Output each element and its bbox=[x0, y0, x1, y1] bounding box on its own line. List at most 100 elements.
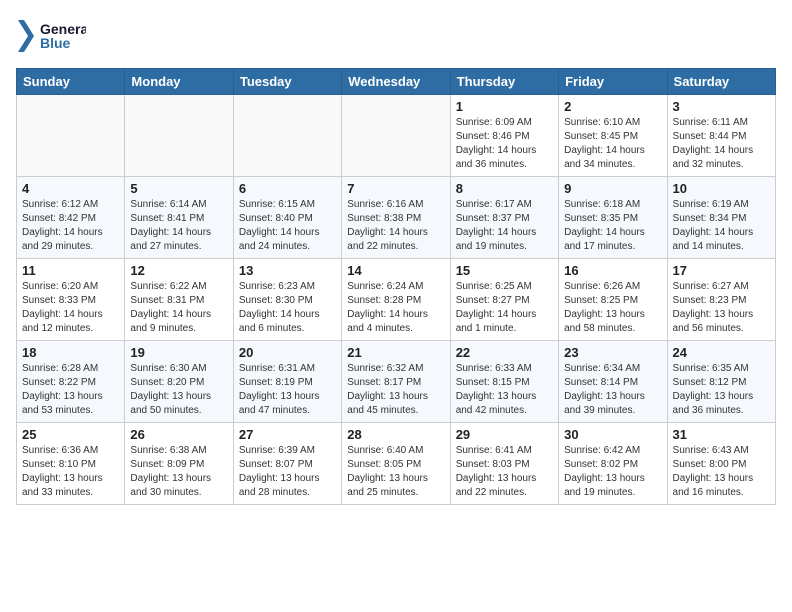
day-number: 12 bbox=[130, 263, 227, 278]
day-info: Sunrise: 6:33 AM Sunset: 8:15 PM Dayligh… bbox=[456, 362, 553, 418]
calendar-cell: 23 Sunrise: 6:34 AM Sunset: 8:14 PM Dayli… bbox=[559, 341, 667, 423]
calendar-cell: 18Sunrise: 6:28 AM Sunset: 8:22 PM Dayli… bbox=[17, 341, 125, 423]
calendar-cell: 11Sunrise: 6:20 AM Sunset: 8:33 PM Dayli… bbox=[17, 259, 125, 341]
weekday-header-tuesday: Tuesday bbox=[233, 69, 341, 95]
day-info: Sunrise: 6:42 AM Sunset: 8:02 PM Dayligh… bbox=[564, 444, 661, 500]
calendar-cell bbox=[125, 95, 233, 177]
day-number: 28 bbox=[347, 427, 444, 442]
day-info: Sunrise: 6:22 AM Sunset: 8:31 PM Dayligh… bbox=[130, 280, 227, 336]
calendar-cell: 30Sunrise: 6:42 AM Sunset: 8:02 PM Dayli… bbox=[559, 423, 667, 505]
day-info: Sunrise: 6:36 AM Sunset: 8:10 PM Dayligh… bbox=[22, 444, 119, 500]
calendar-cell: 3 Sunrise: 6:11 AM Sunset: 8:44 PM Daylig… bbox=[667, 95, 775, 177]
calendar-week-4: 25 Sunrise: 6:36 AM Sunset: 8:10 PM Dayli… bbox=[17, 423, 776, 505]
calendar-cell: 6 Sunrise: 6:15 AM Sunset: 8:40 PM Daylig… bbox=[233, 177, 341, 259]
calendar-table: SundayMondayTuesdayWednesdayThursdayFrid… bbox=[16, 68, 776, 505]
day-info: Sunrise: 6:35 AM Sunset: 8:12 PM Dayligh… bbox=[673, 362, 770, 418]
calendar-cell: 31Sunrise: 6:43 AM Sunset: 8:00 PM Dayli… bbox=[667, 423, 775, 505]
calendar-cell: 16 Sunrise: 6:26 AM Sunset: 8:25 PM Dayli… bbox=[559, 259, 667, 341]
day-info: Sunrise: 6:41 AM Sunset: 8:03 PM Dayligh… bbox=[456, 444, 553, 500]
day-info: Sunrise: 6:30 AM Sunset: 8:20 PM Dayligh… bbox=[130, 362, 227, 418]
day-info: Sunrise: 6:40 AM Sunset: 8:05 PM Dayligh… bbox=[347, 444, 444, 500]
day-info: Sunrise: 6:38 AM Sunset: 8:09 PM Dayligh… bbox=[130, 444, 227, 500]
calendar-cell: 10 Sunrise: 6:19 AM Sunset: 8:34 PM Dayli… bbox=[667, 177, 775, 259]
calendar-cell: 9Sunrise: 6:18 AM Sunset: 8:35 PM Daylig… bbox=[559, 177, 667, 259]
day-number: 31 bbox=[673, 427, 770, 442]
day-info: Sunrise: 6:19 AM Sunset: 8:34 PM Dayligh… bbox=[673, 198, 770, 254]
calendar-cell: 12 Sunrise: 6:22 AM Sunset: 8:31 PM Dayli… bbox=[125, 259, 233, 341]
day-info: Sunrise: 6:10 AM Sunset: 8:45 PM Dayligh… bbox=[564, 116, 661, 172]
calendar-cell: 15 Sunrise: 6:25 AM Sunset: 8:27 PM Dayli… bbox=[450, 259, 558, 341]
calendar-cell: 28 Sunrise: 6:40 AM Sunset: 8:05 PM Dayli… bbox=[342, 423, 450, 505]
calendar-week-0: 1 Sunrise: 6:09 AM Sunset: 8:46 PM Daylig… bbox=[17, 95, 776, 177]
day-info: Sunrise: 6:11 AM Sunset: 8:44 PM Dayligh… bbox=[673, 116, 770, 172]
day-info: Sunrise: 6:09 AM Sunset: 8:46 PM Dayligh… bbox=[456, 116, 553, 172]
day-number: 29 bbox=[456, 427, 553, 442]
weekday-header-saturday: Saturday bbox=[667, 69, 775, 95]
day-info: Sunrise: 6:15 AM Sunset: 8:40 PM Dayligh… bbox=[239, 198, 336, 254]
calendar-cell bbox=[233, 95, 341, 177]
weekday-header-wednesday: Wednesday bbox=[342, 69, 450, 95]
day-info: Sunrise: 6:34 AM Sunset: 8:14 PM Dayligh… bbox=[564, 362, 661, 418]
calendar-cell: 24 Sunrise: 6:35 AM Sunset: 8:12 PM Dayli… bbox=[667, 341, 775, 423]
day-info: Sunrise: 6:25 AM Sunset: 8:27 PM Dayligh… bbox=[456, 280, 553, 336]
calendar-cell: 26Sunrise: 6:38 AM Sunset: 8:09 PM Dayli… bbox=[125, 423, 233, 505]
day-info: Sunrise: 6:27 AM Sunset: 8:23 PM Dayligh… bbox=[673, 280, 770, 336]
calendar-cell: 27Sunrise: 6:39 AM Sunset: 8:07 PM Dayli… bbox=[233, 423, 341, 505]
day-number: 6 bbox=[239, 181, 336, 196]
day-number: 13 bbox=[239, 263, 336, 278]
day-info: Sunrise: 6:23 AM Sunset: 8:30 PM Dayligh… bbox=[239, 280, 336, 336]
day-info: Sunrise: 6:26 AM Sunset: 8:25 PM Dayligh… bbox=[564, 280, 661, 336]
calendar-cell: 17Sunrise: 6:27 AM Sunset: 8:23 PM Dayli… bbox=[667, 259, 775, 341]
day-number: 1 bbox=[456, 99, 553, 114]
calendar-cell: 29 Sunrise: 6:41 AM Sunset: 8:03 PM Dayli… bbox=[450, 423, 558, 505]
day-info: Sunrise: 6:14 AM Sunset: 8:41 PM Dayligh… bbox=[130, 198, 227, 254]
day-info: Sunrise: 6:20 AM Sunset: 8:33 PM Dayligh… bbox=[22, 280, 119, 336]
weekday-header-monday: Monday bbox=[125, 69, 233, 95]
day-number: 27 bbox=[239, 427, 336, 442]
calendar-cell: 14 Sunrise: 6:24 AM Sunset: 8:28 PM Dayli… bbox=[342, 259, 450, 341]
calendar-cell: 7 Sunrise: 6:16 AM Sunset: 8:38 PM Daylig… bbox=[342, 177, 450, 259]
weekday-header-thursday: Thursday bbox=[450, 69, 558, 95]
day-number: 16 bbox=[564, 263, 661, 278]
day-number: 23 bbox=[564, 345, 661, 360]
day-info: Sunrise: 6:16 AM Sunset: 8:38 PM Dayligh… bbox=[347, 198, 444, 254]
day-number: 9 bbox=[564, 181, 661, 196]
header: GeneralBlue bbox=[16, 16, 776, 56]
day-info: Sunrise: 6:12 AM Sunset: 8:42 PM Dayligh… bbox=[22, 198, 119, 254]
day-number: 8 bbox=[456, 181, 553, 196]
day-number: 10 bbox=[673, 181, 770, 196]
day-info: Sunrise: 6:17 AM Sunset: 8:37 PM Dayligh… bbox=[456, 198, 553, 254]
day-number: 24 bbox=[673, 345, 770, 360]
day-number: 18 bbox=[22, 345, 119, 360]
calendar-cell: 4 Sunrise: 6:12 AM Sunset: 8:42 PM Daylig… bbox=[17, 177, 125, 259]
day-number: 3 bbox=[673, 99, 770, 114]
day-number: 15 bbox=[456, 263, 553, 278]
calendar-cell: 19Sunrise: 6:30 AM Sunset: 8:20 PM Dayli… bbox=[125, 341, 233, 423]
day-number: 7 bbox=[347, 181, 444, 196]
day-info: Sunrise: 6:24 AM Sunset: 8:28 PM Dayligh… bbox=[347, 280, 444, 336]
calendar-cell: 20 Sunrise: 6:31 AM Sunset: 8:19 PM Dayli… bbox=[233, 341, 341, 423]
calendar-cell bbox=[342, 95, 450, 177]
logo-svg: GeneralBlue bbox=[16, 16, 86, 56]
day-number: 21 bbox=[347, 345, 444, 360]
weekday-header-sunday: Sunday bbox=[17, 69, 125, 95]
calendar-week-2: 11Sunrise: 6:20 AM Sunset: 8:33 PM Dayli… bbox=[17, 259, 776, 341]
day-number: 5 bbox=[130, 181, 227, 196]
calendar-cell: 22 Sunrise: 6:33 AM Sunset: 8:15 PM Dayli… bbox=[450, 341, 558, 423]
calendar-cell: 1 Sunrise: 6:09 AM Sunset: 8:46 PM Daylig… bbox=[450, 95, 558, 177]
day-number: 20 bbox=[239, 345, 336, 360]
day-number: 25 bbox=[22, 427, 119, 442]
calendar-cell: 25 Sunrise: 6:36 AM Sunset: 8:10 PM Dayli… bbox=[17, 423, 125, 505]
svg-text:Blue: Blue bbox=[40, 35, 71, 51]
calendar-header-row: SundayMondayTuesdayWednesdayThursdayFrid… bbox=[17, 69, 776, 95]
day-number: 22 bbox=[456, 345, 553, 360]
calendar-cell bbox=[17, 95, 125, 177]
day-number: 2 bbox=[564, 99, 661, 114]
day-info: Sunrise: 6:31 AM Sunset: 8:19 PM Dayligh… bbox=[239, 362, 336, 418]
calendar-cell: 2 Sunrise: 6:10 AM Sunset: 8:45 PM Daylig… bbox=[559, 95, 667, 177]
day-number: 14 bbox=[347, 263, 444, 278]
calendar-cell: 21 Sunrise: 6:32 AM Sunset: 8:17 PM Dayli… bbox=[342, 341, 450, 423]
calendar-week-3: 18Sunrise: 6:28 AM Sunset: 8:22 PM Dayli… bbox=[17, 341, 776, 423]
day-number: 4 bbox=[22, 181, 119, 196]
day-info: Sunrise: 6:32 AM Sunset: 8:17 PM Dayligh… bbox=[347, 362, 444, 418]
